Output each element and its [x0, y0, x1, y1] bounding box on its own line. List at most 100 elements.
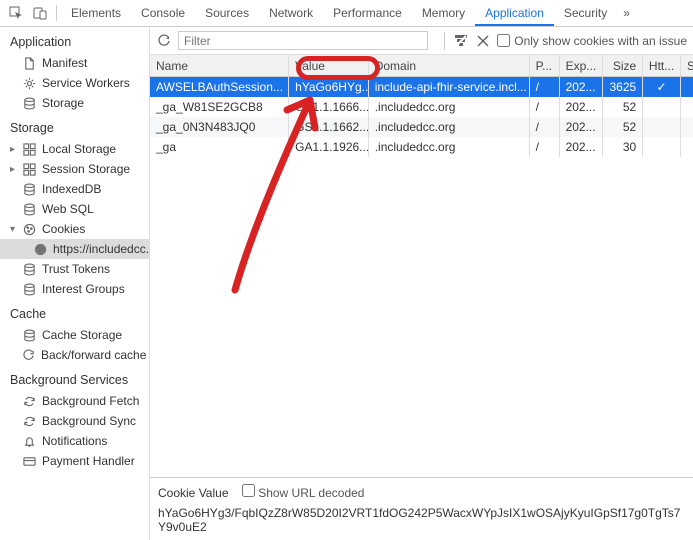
cookies-table: Name Value Domain P... Exp... Size Htt..… [150, 55, 693, 477]
cell [681, 77, 693, 97]
cell: 52 [603, 97, 643, 117]
sidebar-item[interactable]: Trust Tokens [0, 259, 149, 279]
sidebar-item-label: Cache Storage [42, 328, 122, 342]
detail-value[interactable]: hYaGo6HYg3/FqbIQzZ8rW85D20I2VRT1fdOG242P… [158, 506, 685, 534]
col-domain[interactable]: Domain [369, 55, 530, 76]
filter-input[interactable] [178, 31, 428, 50]
cookies-toolbar: Only show cookies with an issue [150, 27, 693, 55]
sidebar-item-label: Notifications [42, 434, 107, 448]
disclosure-triangle-icon[interactable]: ▾ [10, 224, 15, 235]
sidebar-item-label: Storage [42, 96, 84, 110]
table-row[interactable]: _ga_0N3N483JQ0GS1.1.1662....includedcc.o… [150, 117, 693, 137]
tab-console[interactable]: Console [131, 0, 195, 26]
sidebar-item-label: Web SQL [42, 202, 94, 216]
disclosure-triangle-icon[interactable]: ▸ [10, 164, 15, 175]
cell: / [530, 97, 560, 117]
sidebar-item[interactable]: Web SQL [0, 199, 149, 219]
col-expires[interactable]: Exp... [560, 55, 604, 76]
cell: include-api-fhir-service.incl... [369, 77, 530, 97]
cell: GA1.1.1926... [289, 137, 369, 157]
sidebar-resizer[interactable] [145, 27, 149, 540]
col-value[interactable]: Value [289, 55, 369, 76]
cell: / [530, 77, 560, 97]
table-header: Name Value Domain P... Exp... Size Htt..… [150, 55, 693, 77]
url-decoded-checkbox[interactable]: Show URL decoded [242, 486, 365, 500]
col-path[interactable]: P... [530, 55, 560, 76]
sidebar-item[interactable]: https://includedcc.org [0, 239, 149, 259]
separator [56, 5, 57, 21]
inspect-icon[interactable] [8, 5, 24, 21]
sidebar-item[interactable]: Background Sync [0, 411, 149, 431]
card-icon [22, 454, 36, 468]
table-body: AWSELBAuthSession...hYaGo6HYg...include-… [150, 77, 693, 477]
table-row[interactable]: _gaGA1.1.1926....includedcc.org/202...30 [150, 137, 693, 157]
sidebar-item[interactable]: Manifest [0, 53, 149, 73]
more-tabs-icon[interactable]: » [617, 0, 636, 26]
cell: GS1.1.1666... [289, 97, 369, 117]
tab-application[interactable]: Application [475, 0, 554, 26]
sidebar-item-label: Manifest [42, 56, 87, 70]
tab-sources[interactable]: Sources [195, 0, 259, 26]
sidebar-item[interactable]: Payment Handler [0, 451, 149, 471]
clear-filter-icon[interactable] [453, 33, 469, 49]
col-httponly[interactable]: Htt... [643, 55, 681, 76]
sidebar-item-label: Trust Tokens [42, 262, 110, 276]
cell [643, 137, 681, 157]
cell: AWSELBAuthSession... [150, 77, 289, 97]
sidebar-item[interactable]: ▸Local Storage [0, 139, 149, 159]
sidebar-item[interactable]: Cache Storage [0, 325, 149, 345]
cell [681, 117, 693, 137]
sidebar-item[interactable]: Storage [0, 93, 149, 113]
panel-tabs: Elements Console Sources Network Perform… [61, 0, 617, 26]
cookiesel-icon [34, 242, 47, 256]
only-issues-checkbox[interactable]: Only show cookies with an issue [497, 34, 687, 48]
refresh-icon[interactable] [156, 33, 172, 49]
tab-network[interactable]: Network [259, 0, 323, 26]
sidebar-item[interactable]: IndexedDB [0, 179, 149, 199]
reload-icon [22, 348, 35, 362]
cell: 202... [560, 77, 604, 97]
sidebar-item[interactable]: ▾ Cookies [0, 219, 149, 239]
sidebar-item[interactable]: Background Fetch [0, 391, 149, 411]
sidebar-item-label: Cookies [42, 222, 85, 236]
col-size[interactable]: Size [603, 55, 643, 76]
gear-icon [22, 76, 36, 90]
db-icon [22, 96, 36, 110]
cookie-icon [22, 222, 36, 236]
db-icon [22, 182, 36, 196]
cell: / [530, 117, 560, 137]
table-row[interactable]: _ga_W81SE2GCB8GS1.1.1666....includedcc.o… [150, 97, 693, 117]
devtools-tabbar: Elements Console Sources Network Perform… [0, 0, 693, 27]
db-icon [22, 262, 36, 276]
device-icon[interactable] [32, 5, 48, 21]
col-name[interactable]: Name [150, 55, 289, 76]
delete-icon[interactable] [475, 33, 491, 49]
cell: 3625 [603, 77, 643, 97]
disclosure-triangle-icon[interactable]: ▸ [10, 144, 15, 155]
sidebar-item-label: Payment Handler [42, 454, 135, 468]
sidebar-item-label: Background Fetch [42, 394, 139, 408]
sidebar-item[interactable]: Back/forward cache [0, 345, 149, 365]
tab-security[interactable]: Security [554, 0, 617, 26]
tab-elements[interactable]: Elements [61, 0, 131, 26]
db-icon [22, 282, 36, 296]
table-row[interactable]: AWSELBAuthSession...hYaGo6HYg...include-… [150, 77, 693, 97]
col-secure[interactable]: Se... [681, 55, 693, 76]
sidebar-group-title: Storage [0, 113, 149, 139]
detail-label: Cookie Value [158, 486, 229, 500]
tab-memory[interactable]: Memory [412, 0, 475, 26]
grid-icon [22, 162, 36, 176]
db-icon [22, 202, 36, 216]
only-issues-input[interactable] [497, 34, 510, 47]
cell: hYaGo6HYg... [289, 77, 369, 97]
sidebar-item[interactable]: Notifications [0, 431, 149, 451]
url-decoded-input[interactable] [242, 484, 255, 497]
sidebar-item-label: IndexedDB [42, 182, 101, 196]
sidebar-item[interactable]: Service Workers [0, 73, 149, 93]
tab-performance[interactable]: Performance [323, 0, 412, 26]
sidebar-group-title: Background Services [0, 365, 149, 391]
sidebar-item[interactable]: Interest Groups [0, 279, 149, 299]
url-decoded-label: Show URL decoded [258, 486, 364, 500]
sidebar-item[interactable]: ▸Session Storage [0, 159, 149, 179]
separator [444, 32, 445, 50]
